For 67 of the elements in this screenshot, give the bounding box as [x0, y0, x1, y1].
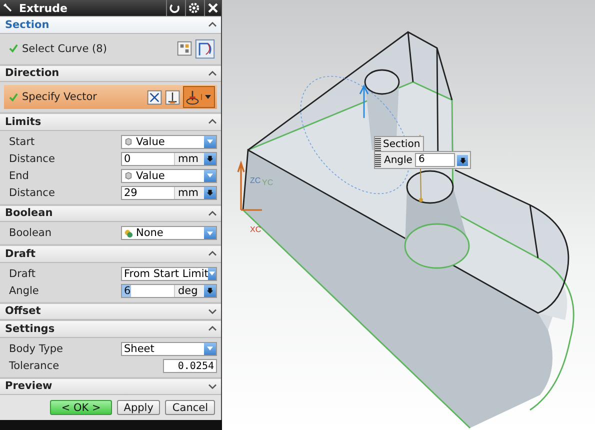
vector-dropdown[interactable] [183, 86, 215, 108]
input-field[interactable]: 6 deg [121, 284, 217, 298]
axis-label: YC [262, 178, 274, 187]
field-label: Draft [9, 268, 36, 280]
section-header[interactable]: Section [0, 16, 221, 34]
vector-icon[interactable] [165, 90, 180, 104]
field-label: Angle [9, 284, 39, 296]
collapse-icon[interactable] [208, 70, 217, 77]
collapse-icon[interactable] [208, 210, 217, 217]
dialog-button[interactable]: Cancel [165, 400, 215, 415]
section-header[interactable]: Limits [0, 113, 221, 130]
pin-icon[interactable] [3, 3, 13, 13]
dropdown[interactable]: Value [121, 168, 217, 182]
down-arrow-icon [206, 287, 214, 294]
section-header[interactable]: Draft [0, 245, 221, 262]
caret-icon [206, 172, 214, 179]
field-label: Distance [9, 152, 55, 164]
input-field[interactable]: 0 mm [121, 152, 217, 166]
field-label: Distance [9, 186, 55, 198]
axis-label: ZC [250, 176, 261, 185]
spin-button[interactable] [457, 154, 468, 166]
expand-icon[interactable] [208, 308, 217, 315]
expand-icon[interactable] [208, 382, 217, 390]
step-label: Select Curve (8) [22, 42, 108, 54]
caret-icon [206, 345, 214, 352]
section-header[interactable]: Boolean [0, 204, 221, 222]
down-arrow-icon [206, 155, 214, 162]
field-label: Start [9, 136, 35, 148]
cube-icon [124, 137, 133, 146]
axis-label: XC [250, 225, 262, 234]
dropdown[interactable]: Value [121, 134, 217, 148]
field-label: Tolerance [9, 360, 60, 372]
caret-icon [208, 270, 216, 277]
input-field[interactable]: 0.0254 [163, 358, 217, 372]
collapse-icon[interactable] [208, 325, 217, 332]
section-header[interactable]: Settings [0, 320, 221, 338]
selection-step[interactable]: Specify Vector [4, 85, 217, 109]
section-header[interactable]: Direction [0, 64, 221, 82]
collapse-icon[interactable] [208, 21, 217, 28]
field-label: Angle [383, 154, 414, 166]
caret-icon [201, 94, 214, 100]
caret-icon [206, 230, 214, 236]
collapse-icon[interactable] [208, 250, 217, 258]
caret-icon [206, 138, 214, 145]
dropdown[interactable]: From Start Limit [121, 266, 217, 280]
cross-arrows-icon[interactable] [147, 90, 162, 104]
grid-icon[interactable] [177, 41, 192, 56]
down-arrow-icon [458, 156, 467, 164]
field-label: End [9, 170, 29, 182]
section-header[interactable]: Offset [0, 302, 221, 320]
dialog-button[interactable]: Apply [116, 400, 160, 415]
collapse-icon[interactable] [208, 118, 217, 126]
field-label: Body Type [9, 342, 63, 354]
vector-icon [184, 88, 201, 106]
curve-icon[interactable] [195, 38, 215, 58]
section-header[interactable]: Preview [0, 378, 221, 395]
boolean-icon [124, 228, 133, 238]
field-label: Boolean [9, 227, 52, 239]
window-title: Extrude [19, 2, 68, 14]
input-field[interactable]: 29 mm [121, 186, 217, 200]
step-label: Specify Vector [22, 91, 98, 103]
down-arrow-icon [206, 189, 214, 196]
cube-icon [124, 171, 133, 180]
dialog-button[interactable]: < OK > [50, 400, 112, 415]
dropdown[interactable]: Sheet [121, 342, 217, 356]
input-field[interactable]: 6 [415, 153, 456, 167]
dropdown[interactable]: None [121, 226, 217, 240]
